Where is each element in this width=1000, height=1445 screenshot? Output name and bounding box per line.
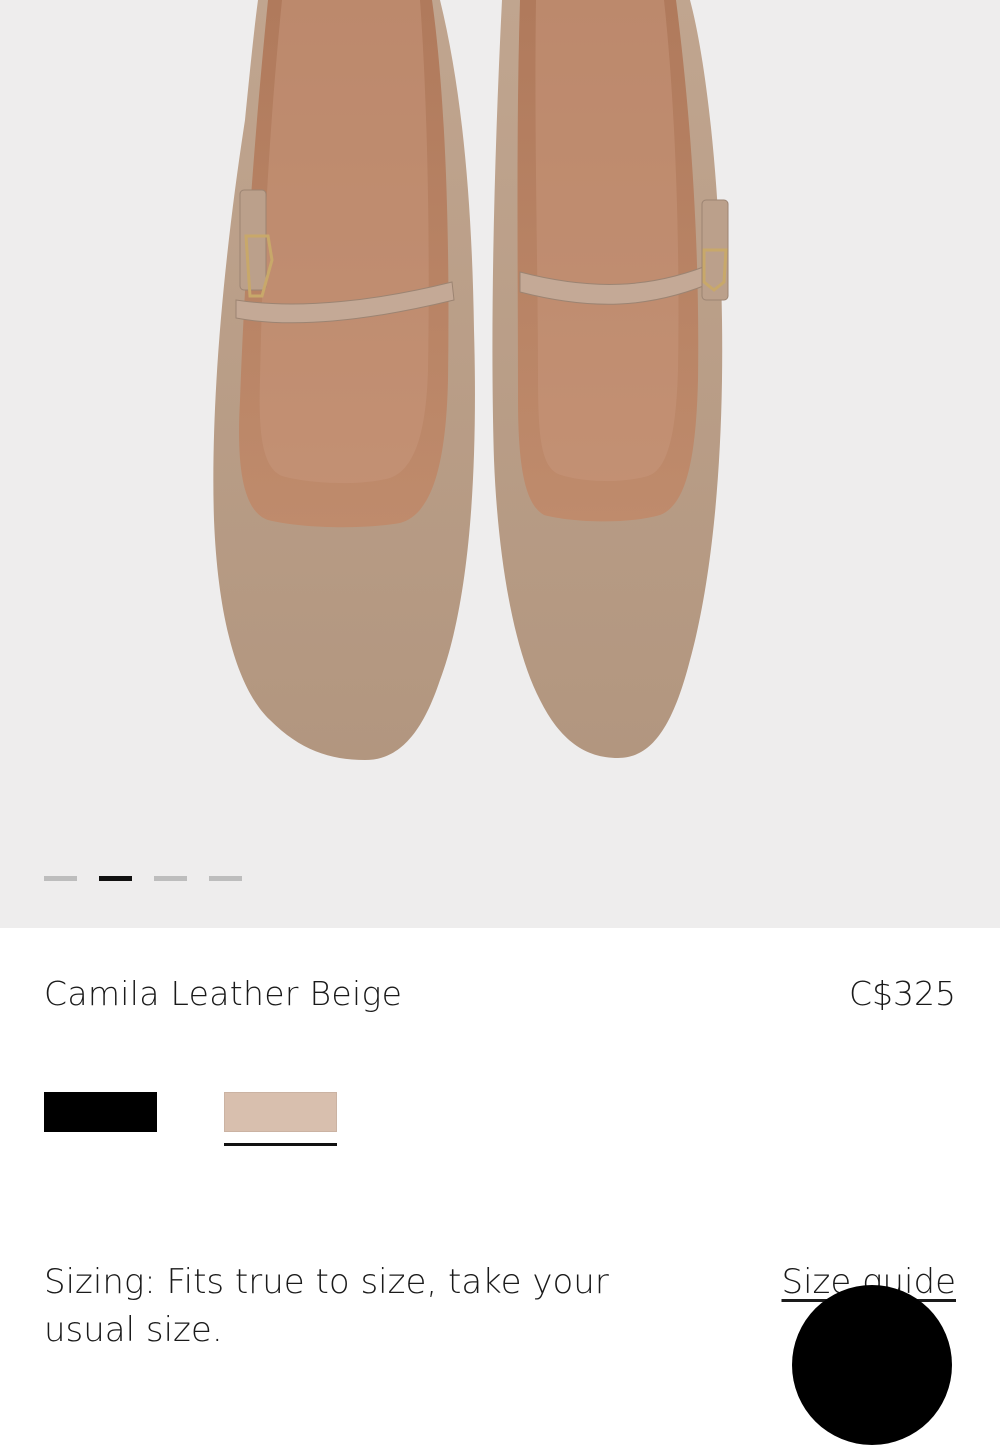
- product-price: C$325: [848, 974, 956, 1013]
- product-image: [213, 0, 729, 760]
- color-swatch-black[interactable]: [44, 1092, 157, 1132]
- product-image-gallery[interactable]: [0, 0, 1000, 928]
- selected-swatch-indicator: [224, 1143, 337, 1146]
- gallery-dot-1[interactable]: [44, 876, 77, 881]
- gallery-pagination: [44, 876, 242, 884]
- color-swatch-beige[interactable]: [224, 1092, 337, 1132]
- left-shoe: [213, 0, 475, 760]
- sizing-note-continued: usual size.: [44, 1310, 223, 1350]
- product-title: Camila Leather Beige: [44, 974, 403, 1013]
- sizing-note: Sizing: Fits true to size, take your: [44, 1262, 609, 1302]
- right-shoe: [492, 0, 729, 758]
- gallery-dot-3[interactable]: [154, 876, 187, 881]
- gallery-dot-4[interactable]: [209, 876, 242, 881]
- floating-action-button[interactable]: [792, 1285, 952, 1445]
- gallery-dot-2[interactable]: [99, 876, 132, 881]
